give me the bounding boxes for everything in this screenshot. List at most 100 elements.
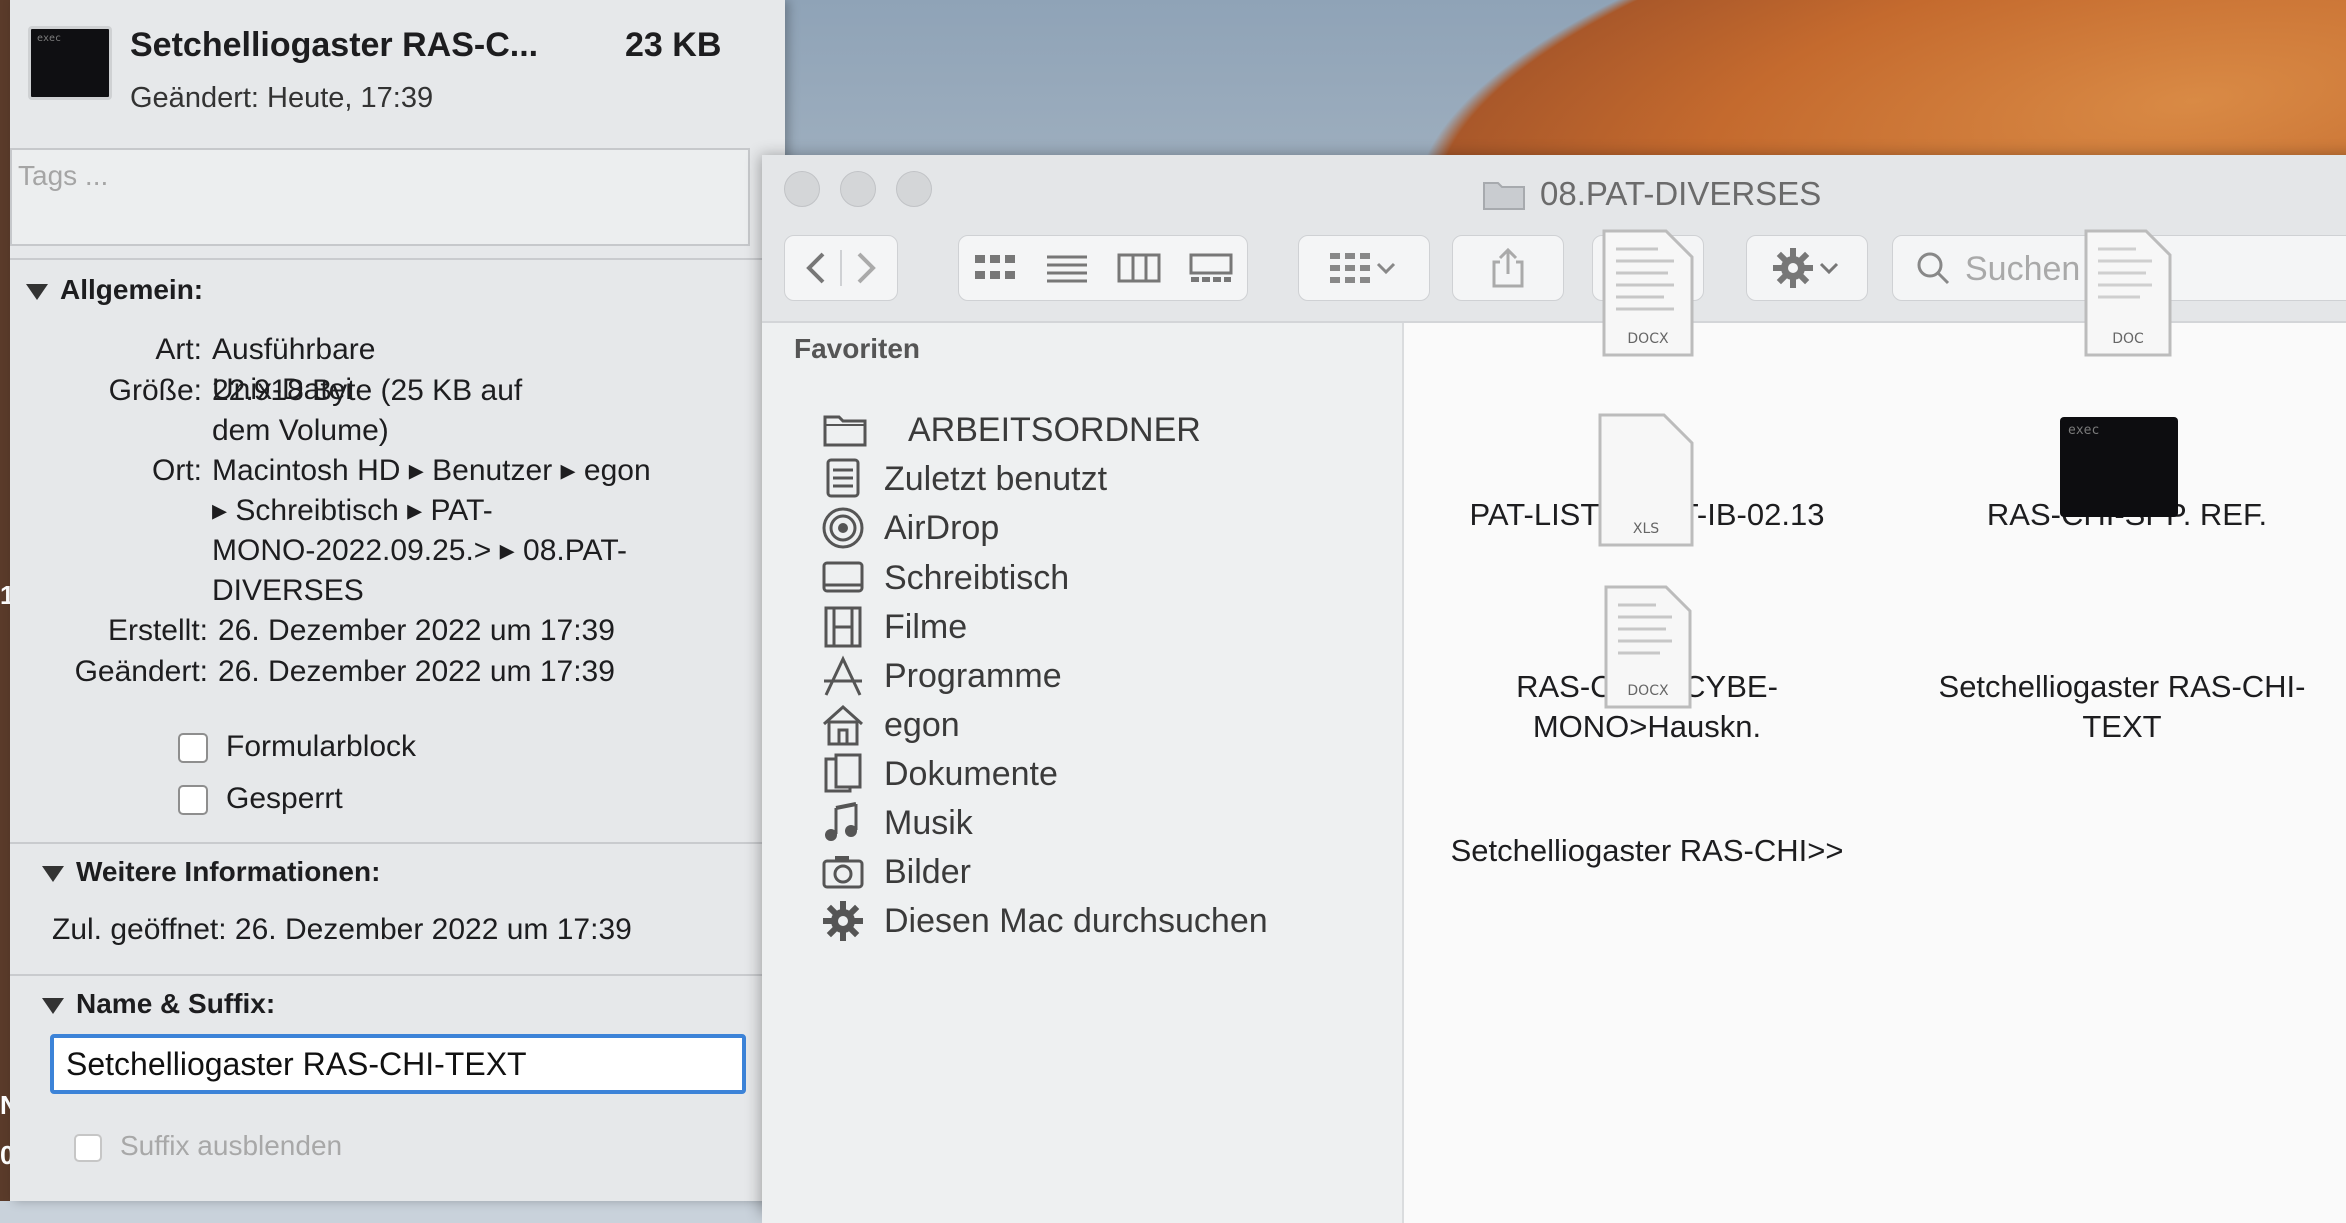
info-panel: exec Setchelliogaster RAS-C... 23 KB Geä… <box>10 0 785 1201</box>
sidebar-item-label: Dokumente <box>884 754 1058 793</box>
sidebar-item-recents[interactable]: Zuletzt benutzt <box>820 454 1107 504</box>
folder-icon <box>1483 182 1525 210</box>
file-name[interactable]: Setchelliogaster RAS-CHI>> <box>1422 831 1872 871</box>
sidebar-item-label: Filme <box>884 607 968 646</box>
documents-icon <box>824 753 862 793</box>
exec-label: exec <box>37 33 62 44</box>
sidebar-item-movies[interactable]: Filme <box>820 602 967 652</box>
exec-label: exec <box>2068 423 2100 438</box>
checkbox-locked-label: Gesperrt <box>226 782 343 815</box>
camera-icon <box>822 856 864 889</box>
divider <box>10 842 785 844</box>
row-type: Art: Ausführbare Unix-Datei <box>10 330 375 406</box>
chevron-right-icon[interactable] <box>857 252 876 284</box>
location-label: Ort: <box>152 454 202 487</box>
exec-file-icon[interactable]: exec <box>2060 417 2178 517</box>
location-value-cont: DIVERSES <box>212 574 364 607</box>
chevron-left-icon[interactable] <box>806 252 825 284</box>
section-general-header[interactable]: Allgemein: <box>26 274 203 306</box>
name-input[interactable] <box>50 1034 746 1094</box>
doc-file-icon[interactable]: DOC <box>2080 229 2176 359</box>
icon-view-icon[interactable] <box>973 251 1017 285</box>
music-icon <box>825 802 858 841</box>
sidebar-item-label: AirDrop <box>884 508 1000 547</box>
xls-file-icon[interactable]: XLS <box>1594 413 1698 549</box>
section-name-suffix-header[interactable]: Name & Suffix: <box>42 988 275 1020</box>
file-name[interactable]: Setchelliogaster RAS-CHI- TEXT <box>1882 667 2346 747</box>
location-value-cont: ▸ Schreibtisch ▸ PAT- <box>212 494 493 527</box>
file-name-title: Setchelliogaster RAS-C... <box>130 26 539 64</box>
share-button[interactable] <box>1452 235 1564 301</box>
checkbox-hide-extension-box[interactable] <box>74 1133 102 1162</box>
back-forward-group <box>784 235 898 301</box>
exec-file-icon: exec <box>28 26 112 100</box>
tags-input[interactable] <box>12 150 744 202</box>
file-ext-label: DOCX <box>1627 331 1669 347</box>
checkbox-hide-extension[interactable]: Suffix ausblenden <box>74 1130 342 1162</box>
file-ext-label: DOCX <box>1627 683 1669 699</box>
section-more-info-header[interactable]: Weitere Informationen: <box>42 856 380 888</box>
created-value: 26. Dezember 2022 um 17:39 <box>218 614 615 647</box>
applications-icon <box>824 655 862 696</box>
modified-label: Geändert: <box>74 655 208 688</box>
search-icon <box>1917 252 1950 285</box>
row-location: Ort: Macintosh HD ▸ Benutzer ▸ egon <box>10 451 651 491</box>
group-grid-icon <box>1330 253 1370 283</box>
docx-file-icon[interactable]: DOCX <box>1598 229 1698 359</box>
sidebar-item-documents[interactable]: Dokumente <box>820 749 1058 799</box>
finder-window: 08.PAT-DIVERSES Suchen Favoriten ARBEITS… <box>762 155 2346 1223</box>
sidebar-item-arbeitsordner[interactable]: ARBEITSORDNER <box>822 405 1201 455</box>
sidebar-item-label: Schreibtisch <box>884 558 1070 597</box>
sidebar-item-desktop[interactable]: Schreibtisch <box>820 553 1069 603</box>
divider <box>10 258 785 260</box>
close-window-button[interactable] <box>784 171 820 207</box>
tags-field[interactable] <box>10 148 750 246</box>
disclosure-triangle-icon[interactable] <box>42 865 64 882</box>
checkbox-locked-box[interactable] <box>178 785 208 816</box>
airdrop-icon <box>822 507 864 549</box>
zoom-window-button[interactable] <box>896 171 932 207</box>
sidebar-item-home[interactable]: egon <box>820 700 960 750</box>
list-view-icon[interactable] <box>1045 251 1089 285</box>
file-ext-label: XLS <box>1632 521 1660 537</box>
action-button[interactable] <box>1746 235 1868 301</box>
minimize-window-button[interactable] <box>840 171 876 207</box>
sidebar-item-search-mac[interactable]: Diesen Mac durchsuchen <box>820 896 1268 946</box>
movies-icon <box>824 606 862 648</box>
sidebar-item-label: Zuletzt benutzt <box>884 459 1108 498</box>
disclosure-triangle-icon[interactable] <box>26 283 48 300</box>
sidebar-item-airdrop[interactable]: AirDrop <box>820 503 999 553</box>
sidebar-item-label: Programme <box>884 656 1062 695</box>
file-size: 23 KB <box>625 26 722 64</box>
checkbox-hide-extension-label: Suffix ausblenden <box>120 1130 343 1161</box>
checkbox-locked[interactable]: Gesperrt <box>178 782 343 816</box>
location-value-cont: MONO-2022.09.25.> ▸ 08.PAT- <box>212 534 627 567</box>
size-label: Größe: <box>108 374 202 407</box>
modified-value: 26. Dezember 2022 um 17:39 <box>218 655 615 688</box>
size-value: 22.918 Byte (25 KB auf <box>212 374 523 407</box>
checkbox-stationery-box[interactable] <box>178 733 208 764</box>
sidebar-item-music[interactable]: Musik <box>820 798 973 848</box>
sidebar-item-pictures[interactable]: Bilder <box>820 847 971 897</box>
sidebar-item-label: ARBEITSORDNER <box>908 410 1201 449</box>
folder-icon <box>823 415 867 447</box>
recents-icon <box>826 458 860 498</box>
last-opened: Zul. geöffnet: 26. Dezember 2022 um 17:3… <box>52 913 632 946</box>
sidebar-item-applications[interactable]: Programme <box>820 651 1062 701</box>
checkbox-stationery-label: Formularblock <box>226 730 417 763</box>
row-size: Größe: 22.918 Byte (25 KB auf <box>10 371 523 411</box>
disclosure-triangle-icon[interactable] <box>42 997 64 1014</box>
row-created: Erstellt: 26. Dezember 2022 um 17:39 <box>10 611 615 651</box>
window-title: 08.PAT-DIVERSES <box>1540 175 1822 212</box>
docx-file-icon[interactable]: DOCX <box>1600 585 1696 711</box>
checkbox-stationery[interactable]: Formularblock <box>178 730 416 764</box>
row-modified: Geändert: 26. Dezember 2022 um 17:39 <box>10 652 615 692</box>
view-mode-group <box>958 235 1248 301</box>
file-ext-label: DOC <box>2112 331 2144 347</box>
column-view-icon[interactable] <box>1117 251 1161 285</box>
gallery-view-icon[interactable] <box>1189 251 1233 285</box>
divider <box>10 974 785 976</box>
sidebar-item-label: egon <box>884 705 960 744</box>
desktop-icon <box>822 561 864 593</box>
group-by-button[interactable] <box>1298 235 1430 301</box>
